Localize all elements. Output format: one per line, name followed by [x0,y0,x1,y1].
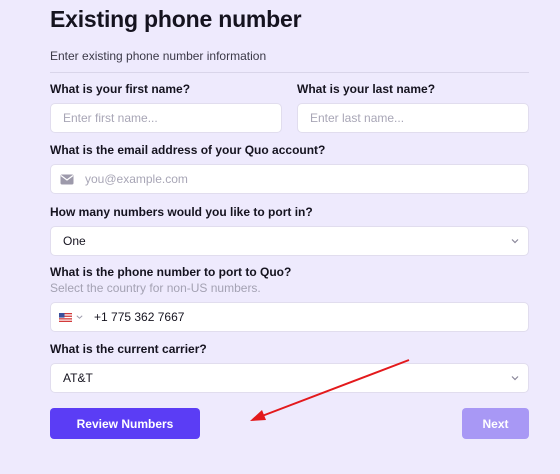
numbers-count-label: How many numbers would you like to port … [50,205,313,219]
last-name-label: What is your last name? [297,82,436,96]
country-selector[interactable] [59,312,83,322]
carrier-label: What is the current carrier? [50,342,207,356]
chevron-down-icon [511,239,519,244]
phone-hint: Select the country for non-US numbers. [50,281,261,295]
last-name-placeholder: Enter last name... [310,111,405,125]
carrier-select[interactable]: AT&T [50,363,529,393]
numbers-count-select[interactable]: One [50,226,529,256]
carrier-value: AT&T [63,371,93,385]
last-name-input[interactable]: Enter last name... [297,103,529,133]
first-name-input[interactable]: Enter first name... [50,103,282,133]
email-label: What is the email address of your Quo ac… [50,143,326,157]
arrow-head [250,410,266,421]
phone-label: What is the phone number to port to Quo? [50,265,292,279]
page-subtitle: Enter existing phone number information [50,49,267,63]
first-name-placeholder: Enter first name... [63,111,158,125]
email-placeholder: you@example.com [85,172,188,186]
phone-value: +1 775 362 7667 [94,310,185,324]
us-flag-icon [59,312,72,322]
divider [50,72,529,73]
numbers-count-value: One [63,234,86,248]
chevron-down-icon [511,376,519,381]
next-button[interactable]: Next [462,408,529,439]
chevron-down-icon [76,315,83,319]
mail-icon [60,174,74,185]
phone-input[interactable]: +1 775 362 7667 [50,302,529,332]
review-numbers-button[interactable]: Review Numbers [50,408,200,439]
email-input[interactable]: you@example.com [50,164,529,194]
page-title: Existing phone number [50,6,302,32]
first-name-label: What is your first name? [50,82,191,96]
